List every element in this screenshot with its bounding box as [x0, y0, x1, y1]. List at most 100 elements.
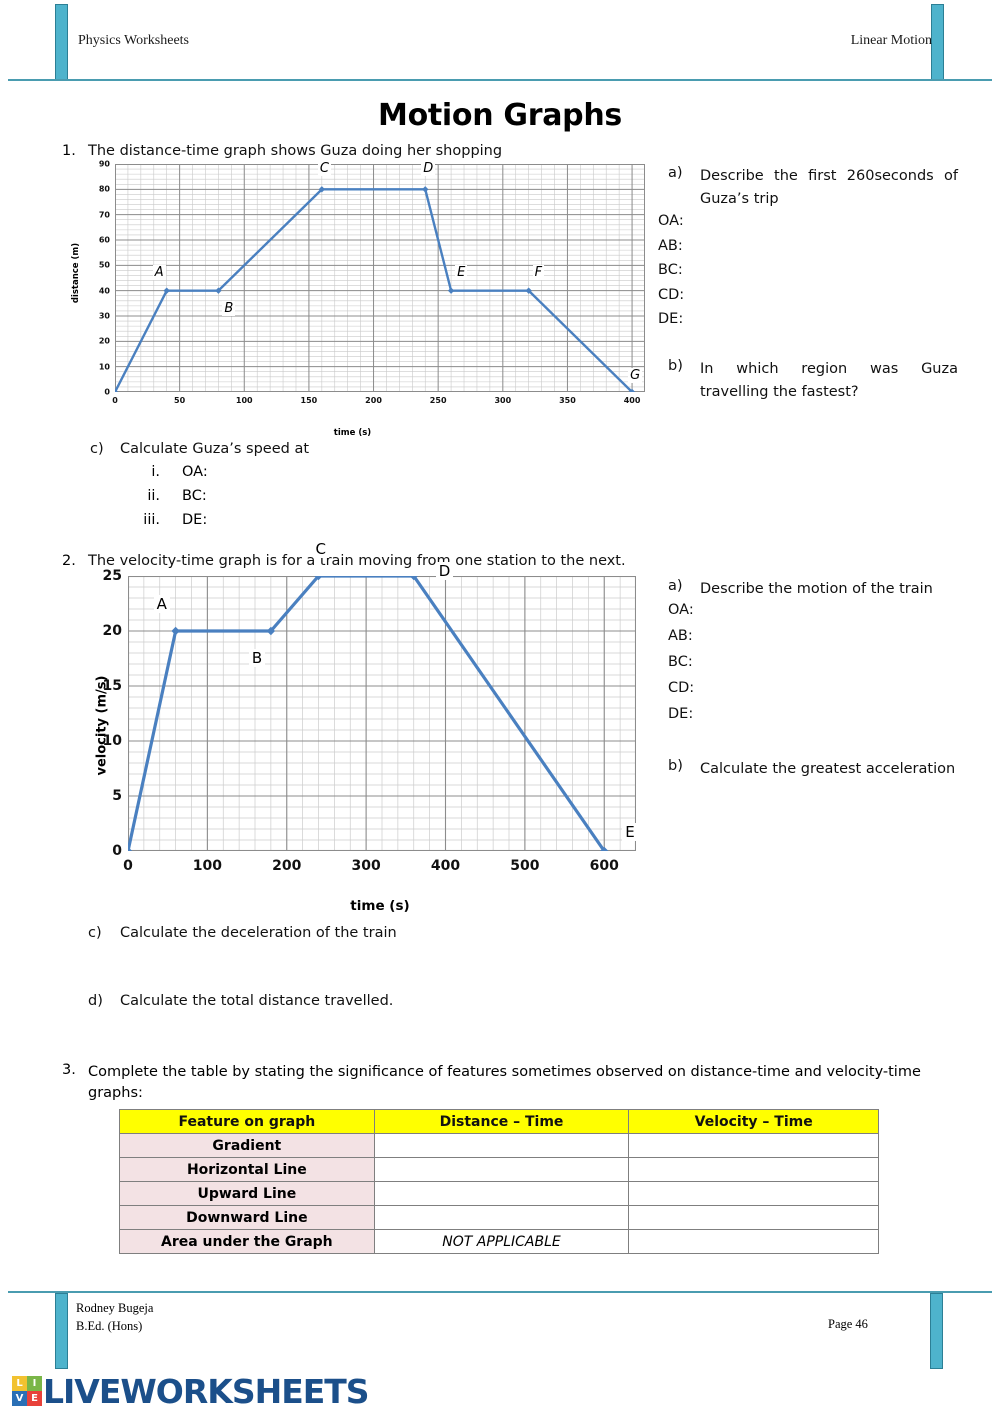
table-cell-velocity-time[interactable]	[628, 1229, 879, 1254]
logo-cell-l: L	[12, 1376, 27, 1391]
footer-divider-rule	[8, 1291, 992, 1293]
table-cell-distance-time[interactable]	[373, 1133, 630, 1158]
chart1-y-tick: 0	[104, 387, 110, 397]
chart2-point-label-B: B	[248, 649, 266, 667]
chart2-point-label-E: E	[622, 823, 638, 841]
table-cell-feature: Horizontal Line	[119, 1157, 375, 1182]
chart1-y-tick: 50	[98, 260, 110, 270]
table-row: Horizontal Line	[119, 1157, 879, 1182]
chart1-x-tick: 50	[174, 396, 186, 405]
table-cell-feature: Gradient	[119, 1133, 375, 1158]
chart1-point-label-G: G	[628, 368, 643, 383]
chart1-point-label-F: F	[532, 264, 545, 280]
table-cell-velocity-time[interactable]	[628, 1133, 879, 1158]
table-row: Area under the Graph NOT APPLICABLE	[119, 1229, 879, 1254]
q2-part-d-text: Calculate the total distance travelled.	[120, 993, 394, 1009]
chart1-point-label-E: E	[455, 264, 468, 280]
chart1-y-tick: 70	[98, 210, 110, 220]
chart2-x-tick: 0	[123, 858, 133, 874]
table-cell-distance-time[interactable]: NOT APPLICABLE	[373, 1229, 630, 1254]
chart1-x-tick: 150	[300, 396, 318, 405]
table-cell-velocity-time[interactable]	[628, 1181, 879, 1206]
q1-part-c-text: Calculate Guza’s speed at	[120, 441, 310, 457]
chart1-x-tick: 400	[623, 396, 641, 405]
chart1-x-tick: 200	[365, 396, 382, 405]
q1-part-c-label: c)	[90, 441, 104, 457]
footer-accent-bar-right	[930, 1293, 943, 1369]
footer-author-qualification: B.Ed. (Hons)	[76, 1319, 143, 1333]
chart2-x-tick: 100	[192, 858, 222, 874]
chart1-point-label-D: D	[421, 161, 436, 177]
question-3-number: 3.	[62, 1062, 76, 1078]
chart1-x-tick: 350	[559, 396, 576, 405]
chart1-y-tick-labels: 0 10 20 30 40 50 60 70 80 90	[74, 160, 110, 397]
chart2-x-tick: 500	[510, 858, 540, 874]
question-2-prompt: The velocity-time graph is for a train m…	[88, 553, 626, 569]
chart1-x-tick: 250	[429, 396, 447, 405]
q1-segment-oa: OA:	[658, 213, 684, 229]
page-title: Motion Graphs	[378, 98, 622, 133]
liveworksheets-logo: LIVE LIVEWORKSHEETS	[12, 1371, 370, 1411]
table-cell-distance-time[interactable]	[373, 1205, 630, 1230]
chart1-plot-area	[111, 163, 646, 396]
q1-roman-label-de: DE:	[182, 512, 208, 528]
question-3-prompt: Complete the table by stating the signif…	[88, 1064, 921, 1101]
q2-part-c-text: Calculate the deceleration of the train	[120, 925, 397, 941]
chart2-y-tick: 0	[112, 843, 122, 859]
q1-part-a-text: Describe the first 260seconds of Guza’s …	[700, 168, 958, 207]
q1-part-b-text: In which region was Guza travelling the …	[700, 361, 958, 400]
q2-segment-oa: OA:	[668, 602, 694, 618]
table-cell-distance-time[interactable]	[373, 1181, 630, 1206]
question-1-prompt: The distance-time graph shows Guza doing…	[88, 143, 503, 159]
logo-cell-e: E	[27, 1391, 42, 1406]
chart2-x-tick: 400	[430, 858, 461, 874]
q2-segment-cd: CD:	[668, 680, 695, 696]
q1-roman-label-oa: OA:	[182, 464, 208, 480]
q2-part-a-text: Describe the motion of the train	[700, 581, 933, 597]
q1-segment-de: DE:	[658, 311, 684, 327]
footer-author-name: Rodney Bugeja	[76, 1301, 154, 1315]
chart2-point-label-A: A	[153, 595, 170, 613]
chart2-x-tick-labels: 0 100 200 300 400 500 600	[123, 858, 636, 878]
chart2-y-tick: 15	[102, 678, 122, 694]
chart1-x-axis-label: time (s)	[333, 428, 372, 438]
q2-part-b-label: b)	[668, 758, 683, 774]
q1-part-b-label: b)	[668, 358, 683, 374]
chart2-y-tick: 10	[102, 733, 122, 749]
table-cell-feature: Downward Line	[119, 1205, 375, 1230]
distance-time-chart: distance (m) 0 10 20 30 40 50 60 70 80 90 0 50 100 1…	[60, 160, 660, 445]
header-accent-bar-right	[931, 4, 944, 80]
chart2-y-tick: 20	[102, 623, 122, 639]
q2-segment-de: DE:	[668, 706, 694, 722]
q2-part-c-label: c)	[88, 925, 102, 941]
logo-cell-i: I	[27, 1376, 42, 1391]
chart1-svg	[111, 163, 646, 396]
footer-accent-bar-left	[55, 1293, 68, 1369]
q1-segment-ab: AB:	[658, 237, 683, 254]
chart2-point-label-C: C	[312, 540, 329, 558]
q1-part-a-label: a)	[668, 165, 683, 181]
footer-page-number: Page 46	[828, 1317, 868, 1331]
liveworksheets-logo-icon: LIVE	[12, 1376, 42, 1406]
table-header-row: Feature on graph Distance – Time Velocit…	[119, 1109, 879, 1134]
table-col-distance: Distance – Time	[373, 1109, 630, 1134]
q2-segment-ab: AB:	[668, 628, 693, 644]
chart1-y-tick: 30	[98, 311, 110, 321]
q2-segment-bc: BC:	[668, 654, 693, 670]
chart1-x-tick: 0	[112, 396, 118, 405]
chart2-point-label-D: D	[435, 562, 454, 580]
velocity-time-chart: velocity (m/s) 0 5 10 15 20 25 0 100 200 300 400 5…	[60, 540, 680, 923]
chart1-x-tick: 100	[235, 396, 253, 405]
liveworksheets-wordmark: LIVEWORKSHEETS	[43, 1371, 370, 1411]
chart2-plot-area	[123, 571, 637, 856]
features-table: Feature on graph Distance – Time Velocit…	[119, 1109, 879, 1254]
table-cell-distance-time[interactable]	[373, 1157, 630, 1182]
footer-author: Rodney Bugeja B.Ed. (Hons)	[76, 1299, 153, 1335]
q1-roman-number-1: i.	[151, 464, 160, 480]
question-1-number: 1.	[62, 143, 76, 159]
chart2-y-tick-labels: 0 5 10 15 20 25	[80, 568, 122, 859]
chart2-x-tick: 200	[272, 858, 302, 874]
table-cell-velocity-time[interactable]	[628, 1205, 879, 1230]
table-cell-velocity-time[interactable]	[628, 1157, 879, 1182]
chart2-x-axis-label: time (s)	[350, 898, 410, 914]
